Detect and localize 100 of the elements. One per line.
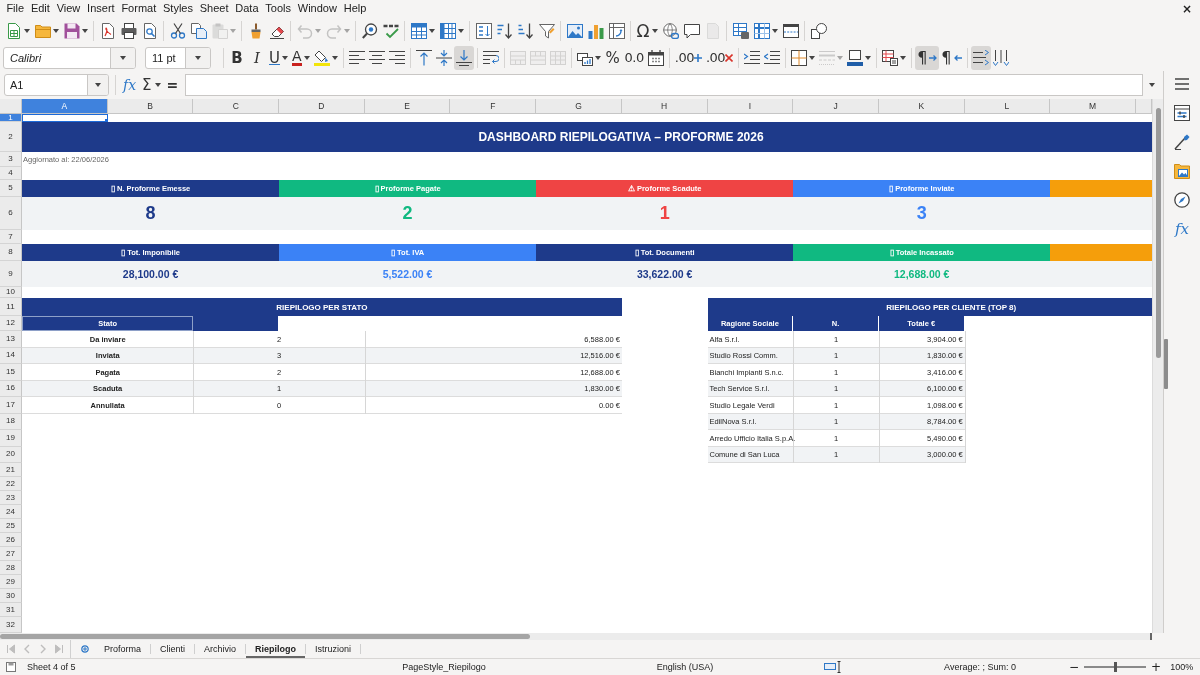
menu-item[interactable]: View	[53, 1, 84, 16]
italic-button[interactable]: I	[247, 45, 267, 70]
sheet-tab[interactable]: Archivio	[195, 640, 246, 658]
scrollbar-thumb[interactable]	[0, 634, 530, 639]
right-to-left-button[interactable]: ¶	[939, 45, 964, 70]
kpi-value: 5,522.00 €	[382, 268, 433, 280]
column-header[interactable]: H	[621, 99, 708, 114]
row-header[interactable]: 5	[0, 180, 22, 197]
sheet-tab[interactable]: Riepilogo	[246, 640, 306, 658]
row-header[interactable]: 32	[0, 617, 22, 633]
sheet-tab[interactable]: Clienti	[151, 640, 195, 658]
special-character-button[interactable]: Ω	[634, 18, 660, 43]
menu-item[interactable]: Help	[340, 1, 370, 16]
row-header[interactable]: 31	[0, 603, 22, 617]
row-header[interactable]: 19	[0, 430, 22, 447]
menu-item[interactable]: Window	[294, 1, 341, 16]
row-header[interactable]: 24	[0, 505, 22, 519]
scrollbar-thumb[interactable]	[1155, 108, 1161, 358]
row-header[interactable]: 12	[0, 316, 22, 331]
row-header[interactable]: 6	[0, 197, 22, 230]
name-box[interactable]: A1	[4, 74, 109, 96]
column-header[interactable]: B	[107, 99, 194, 114]
menu-item[interactable]: Sheet	[196, 1, 232, 16]
zoom-slider-thumb[interactable]	[1113, 662, 1117, 672]
formula-button[interactable]: =	[163, 74, 182, 96]
text-horizontal-button[interactable]	[970, 45, 991, 70]
font-color-button[interactable]: A	[290, 45, 312, 70]
sheet-tab[interactable]: Istruzioni	[306, 640, 361, 658]
column-header[interactable]: D	[279, 99, 365, 114]
funnel-icon	[538, 22, 555, 39]
row-header[interactable]: 9	[0, 261, 22, 287]
column-header[interactable]: E	[364, 99, 451, 114]
column-header[interactable]: A	[22, 99, 108, 114]
column-header[interactable]: K	[878, 99, 965, 114]
shapes-icon	[810, 22, 827, 39]
bold-button[interactable]: B	[227, 45, 247, 70]
align-bottom-button[interactable]	[453, 45, 474, 70]
menu-item[interactable]: Styles	[159, 1, 197, 16]
left-to-right-button[interactable]: ¶	[915, 45, 940, 70]
menu-item[interactable]: Data	[231, 1, 262, 16]
row-header[interactable]: 3	[0, 152, 22, 167]
column-header[interactable]: L	[964, 99, 1051, 114]
horizontal-scrollbar[interactable]	[0, 633, 1152, 640]
function-wizard-button[interactable]: fx	[120, 74, 140, 96]
row-header[interactable]: 4	[0, 167, 22, 180]
row-header[interactable]: 28	[0, 561, 22, 575]
column-header[interactable]: I	[707, 99, 794, 114]
column-header[interactable]: C	[193, 99, 280, 114]
menu-item[interactable]: Insert	[83, 1, 118, 16]
row-header[interactable]: 17	[0, 397, 22, 414]
row-header[interactable]: 1	[0, 114, 22, 122]
sheet-tab[interactable]: Proforma	[95, 640, 150, 658]
row-header[interactable]: 21	[0, 463, 22, 477]
menu-item[interactable]: Tools	[261, 1, 295, 16]
font-size-combobox[interactable]: 11 pt	[145, 46, 211, 69]
column-header[interactable]: J	[793, 99, 879, 114]
row-header[interactable]: 8	[0, 244, 22, 261]
functions-button[interactable]: fx	[1169, 217, 1195, 241]
wrap-text-icon	[482, 49, 499, 66]
delete-decimal-button[interactable]: .00	[703, 45, 736, 70]
sum-button[interactable]: Σ	[139, 74, 164, 96]
row-header[interactable]: 23	[0, 491, 22, 505]
column-header[interactable]: G	[536, 99, 622, 114]
page-style-text[interactable]: PageStyle_Riepilogo	[402, 662, 486, 672]
row-header[interactable]: 22	[0, 477, 22, 491]
zoom-in-button[interactable]: +	[1150, 661, 1163, 673]
printer-icon	[120, 22, 137, 39]
row-header[interactable]: 7	[0, 230, 22, 244]
row-header[interactable]: 13	[0, 331, 22, 348]
row-header[interactable]: 26	[0, 533, 22, 547]
menu-item[interactable]: File	[3, 1, 28, 16]
vertical-scrollbar[interactable]	[1152, 99, 1163, 633]
row-header[interactable]: 11	[0, 298, 22, 316]
table-title: RIEPILOGO PER CLIENTE (TOP 8)	[707, 298, 1152, 316]
chevron-left-icon	[22, 644, 32, 654]
number-format-button[interactable]: 0.0	[622, 45, 646, 70]
row-header[interactable]: 10	[0, 287, 22, 298]
kpi-value: 28,100.00 €	[122, 268, 179, 280]
row-header[interactable]: 25	[0, 519, 22, 533]
menu-item[interactable]: Edit	[27, 1, 54, 16]
formula-input-field[interactable]	[185, 74, 1143, 96]
add-decimal-button[interactable]: .00	[672, 45, 704, 70]
row-header[interactable]: 27	[0, 547, 22, 561]
close-document-button[interactable]: ×	[1179, 1, 1194, 16]
kpi-value: 1	[659, 203, 670, 224]
language-text[interactable]: English (USA)	[656, 662, 714, 672]
row-header[interactable]: 15	[0, 364, 22, 381]
percent-button[interactable]: %	[602, 45, 623, 70]
underline-button[interactable]: U	[267, 45, 290, 70]
calendar-icon	[647, 49, 664, 66]
font-name-combobox[interactable]: Calibri	[3, 46, 136, 69]
menu-item[interactable]: Format	[118, 1, 160, 16]
row-header[interactable]: 2	[0, 122, 22, 152]
column-header[interactable]: M	[1050, 99, 1136, 114]
zoom-percent-text[interactable]: 100%	[1166, 662, 1194, 672]
sidebar-handle[interactable]	[1164, 339, 1168, 389]
row-header[interactable]: 30	[0, 589, 22, 603]
row-header[interactable]: 29	[0, 575, 22, 589]
zoom-out-button[interactable]: −	[1068, 661, 1081, 673]
column-header[interactable]: F	[450, 99, 537, 114]
